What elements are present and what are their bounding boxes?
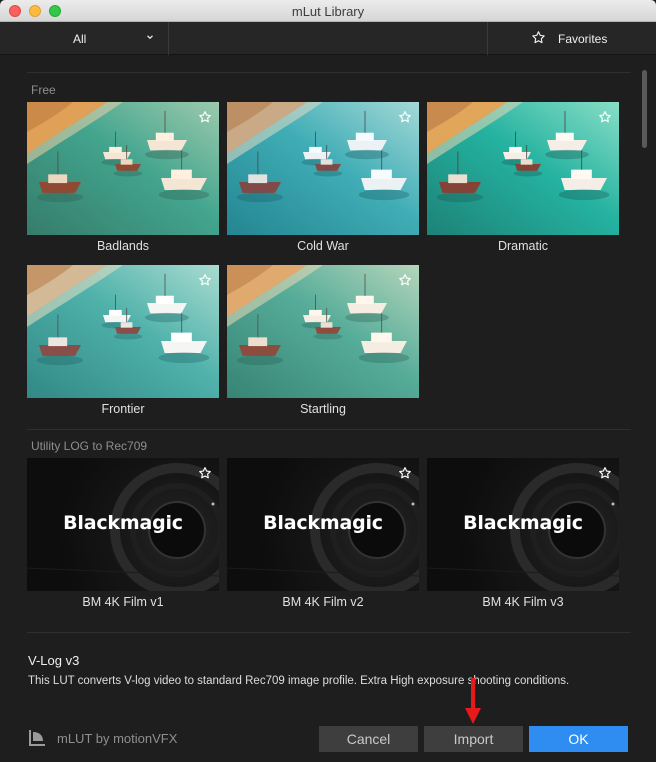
lut-tile-cold-war[interactable]: [227, 102, 419, 235]
star-outline-icon[interactable]: [198, 273, 212, 287]
scrollbar-thumb[interactable]: [642, 70, 647, 148]
window-title: mLut Library: [291, 4, 365, 19]
star-outline-icon: [532, 31, 545, 44]
lut-thumbnail: [27, 102, 219, 235]
lut-name: Cold War: [297, 239, 349, 253]
lut-tile-bm-4k-film-v2[interactable]: Blackmagic: [227, 458, 419, 591]
star-outline-icon[interactable]: [398, 273, 412, 287]
lut-tile-bm-4k-film-v3[interactable]: Blackmagic: [427, 458, 619, 591]
selected-lut-description: This LUT converts V-log video to standar…: [28, 675, 570, 687]
lut-name: Frontier: [101, 402, 145, 416]
section-title-free: Free: [31, 83, 56, 97]
star-outline-icon[interactable]: [598, 466, 612, 480]
favorites-button[interactable]: Favorites: [487, 22, 656, 55]
star-outline-icon[interactable]: [598, 110, 612, 124]
brand-name: mLUT by motionVFX: [57, 731, 178, 746]
thumbnail-brand-text: Blackmagic: [263, 512, 383, 534]
lut-thumbnail: [427, 102, 619, 235]
lut-thumbnail: [227, 265, 419, 398]
lut-thumbnail: [227, 102, 419, 235]
lut-name: Startling: [300, 402, 346, 416]
thumbnail-brand-text: Blackmagic: [63, 512, 183, 534]
mlut-logo-icon: [29, 730, 45, 746]
lut-tile-badlands[interactable]: [27, 102, 219, 235]
cancel-button[interactable]: Cancel: [319, 726, 418, 752]
section-divider: [27, 429, 631, 430]
section-divider: [27, 72, 631, 73]
lut-library-grid: Free Badlands Cold War Dramatic Frontier…: [0, 56, 656, 636]
info-divider: [27, 632, 631, 633]
star-outline-icon[interactable]: [398, 110, 412, 124]
section-title-utility-log: Utility LOG to Rec709: [31, 439, 148, 453]
lut-name: Badlands: [96, 239, 150, 253]
lut-name: Dramatic: [497, 239, 548, 253]
thumbnail-brand-text: Blackmagic: [463, 512, 583, 534]
import-button[interactable]: Import: [424, 726, 523, 752]
lut-tile-bm-4k-film-v1[interactable]: Blackmagic: [27, 458, 219, 591]
lut-tile-frontier[interactable]: [27, 265, 219, 398]
annotation-arrow-icon: [465, 678, 481, 724]
toolbar: All Favorites: [0, 22, 656, 55]
category-filter-select[interactable]: All: [0, 22, 169, 55]
lut-thumbnail: [27, 265, 219, 398]
selected-lut-title: V-Log v3: [28, 653, 80, 668]
title-bar: mLut Library: [0, 0, 656, 22]
chevron-down-icon: [147, 35, 153, 40]
lut-name: BM 4K Film v3: [482, 595, 564, 609]
category-filter-value: All: [73, 32, 87, 46]
ok-button[interactable]: OK: [529, 726, 628, 752]
star-outline-icon[interactable]: [198, 110, 212, 124]
lut-name: BM 4K Film v2: [282, 595, 364, 609]
lut-tile-startling[interactable]: [227, 265, 419, 398]
favorites-label: Favorites: [558, 32, 608, 46]
lut-tile-dramatic[interactable]: [427, 102, 619, 235]
star-outline-icon[interactable]: [198, 466, 212, 480]
star-outline-icon[interactable]: [398, 466, 412, 480]
lut-name: BM 4K Film v1: [82, 595, 164, 609]
